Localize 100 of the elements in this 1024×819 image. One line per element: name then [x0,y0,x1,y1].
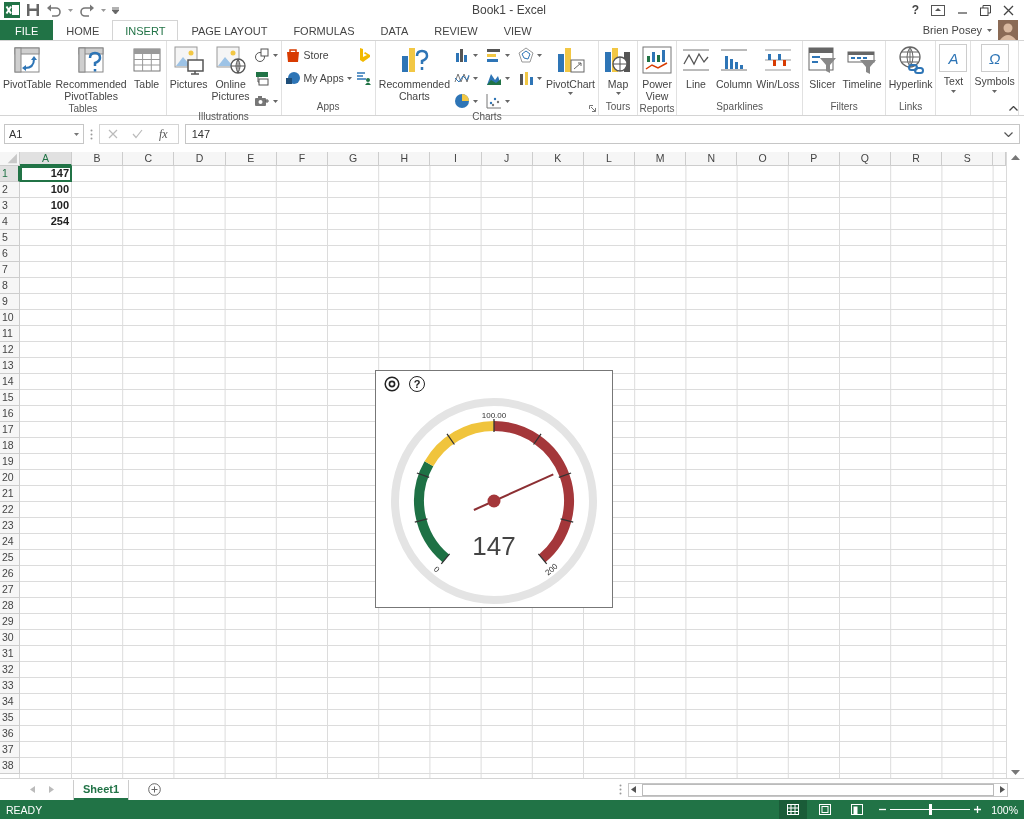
row-number[interactable]: 38 [0,758,20,774]
row-number[interactable]: 8 [0,278,20,294]
row-number[interactable]: 24 [0,534,20,550]
col-heading[interactable]: J [481,152,533,166]
ribbon-tab[interactable]: PAGE LAYOUT [178,20,281,40]
ribbon-tab[interactable]: INSERT [112,20,179,40]
ribbon-button[interactable]: A Text [937,43,970,94]
ribbon-button[interactable]: Win/Loss [754,43,802,91]
icon-button[interactable] [516,45,544,65]
row-number[interactable]: 1 [0,166,20,182]
name-box[interactable]: A1 [4,124,84,144]
ribbon-display-icon[interactable] [931,4,945,16]
row-number[interactable]: 13 [0,358,20,374]
col-heading[interactable]: Q [839,152,891,166]
col-heading[interactable]: G [327,152,380,166]
ribbon-tab[interactable]: VIEW [490,20,545,40]
row-number[interactable]: 6 [0,246,20,262]
row-number[interactable]: 11 [0,326,20,342]
splitter-icon[interactable] [619,784,622,795]
icon-button[interactable] [452,91,480,111]
ribbon-button[interactable]: Hyperlink [886,43,935,91]
gear-icon[interactable] [384,376,400,392]
ribbon-button[interactable]: Map [600,43,637,96]
col-heading[interactable]: H [379,152,431,166]
col-heading[interactable]: M [635,152,687,166]
table-cell[interactable]: 147 [20,166,72,182]
row-number[interactable]: 26 [0,566,20,582]
ribbon-button[interactable]: Timeline [840,43,884,91]
col-heading[interactable]: E [225,152,277,166]
col-heading[interactable]: L [583,152,636,166]
insert-function-button[interactable]: fx [157,125,170,143]
row-number[interactable]: 17 [0,422,20,438]
row-number[interactable]: 10 [0,310,20,326]
row-number[interactable]: 29 [0,614,20,630]
file-tab[interactable]: FILE [0,20,54,40]
save-icon[interactable] [26,3,40,17]
table-cell[interactable]: 254 [20,214,72,230]
ribbon-button[interactable]: Power View [639,43,676,103]
col-heading[interactable]: K [532,152,584,166]
table-cell[interactable]: 100 [20,198,72,214]
row-number[interactable]: 9 [0,294,20,310]
col-heading[interactable]: B [72,152,124,166]
row-number[interactable]: 23 [0,518,20,534]
col-heading[interactable]: O [737,152,789,166]
col-heading[interactable]: I [430,152,482,166]
ribbon-button[interactable]: Table [128,43,165,91]
scroll-up-icon[interactable] [1011,155,1020,160]
ribbon-button[interactable]: Recommended PivotTables [53,43,129,103]
zoom-level[interactable]: 100% [991,803,1018,816]
zoom-in-icon[interactable] [974,806,982,813]
view-button[interactable] [779,800,808,819]
scroll-right-icon[interactable] [1000,786,1005,793]
row-number[interactable]: 27 [0,582,20,598]
slider-thumb[interactable] [929,804,933,815]
undo-icon[interactable] [46,3,62,17]
row-number[interactable]: 37 [0,742,20,758]
ribbon-button[interactable]: Recommended Charts [376,43,452,103]
icon-button[interactable] [484,91,512,111]
formula-field[interactable]: 147 [184,124,1020,144]
expand-icon[interactable] [1004,131,1013,137]
help-button[interactable]: ? [409,376,425,392]
dialog-launcher-icon[interactable] [589,105,597,112]
ribbon-button[interactable]: Line [678,43,715,91]
account-menu[interactable]: Brien Posey [920,23,994,37]
scroll-down-icon[interactable] [1011,770,1020,775]
row-number[interactable]: 12 [0,342,20,358]
ribbon-button[interactable]: Online Pictures [209,43,252,103]
row-number[interactable]: 15 [0,390,20,406]
col-heading[interactable]: A [20,152,72,166]
splitter-icon[interactable] [90,128,93,140]
ribbon-tab[interactable]: FORMULAS [280,20,368,40]
row-number[interactable]: 28 [0,598,20,614]
col-heading[interactable]: N [686,152,738,166]
row-number[interactable]: 20 [0,470,20,486]
row-number[interactable]: 7 [0,262,20,278]
restore-icon[interactable] [980,4,991,16]
row-number[interactable]: 22 [0,502,20,518]
ribbon-button[interactable]: Ω Symbols [972,43,1017,94]
table-cell[interactable]: 100 [20,182,72,198]
scroll-left-icon[interactable] [631,786,636,793]
row-number[interactable]: 16 [0,406,20,422]
zoom-out-icon[interactable] [879,806,887,813]
ribbon-tab[interactable]: HOME [53,20,113,40]
col-heading[interactable]: D [174,152,226,166]
row-number[interactable]: 4 [0,214,20,230]
app-logo-icon[interactable] [4,2,20,18]
help-button[interactable]: ? [911,3,919,17]
row-number[interactable]: 30 [0,630,20,646]
horizontal-scrollbar[interactable] [628,782,1008,797]
col-heading[interactable]: C [123,152,175,166]
row-number[interactable]: 25 [0,550,20,566]
ribbon-button[interactable]: PivotChart [544,43,598,96]
ribbon-button[interactable]: Column [714,43,755,91]
redo-icon[interactable] [79,3,95,17]
row-number[interactable]: 19 [0,454,20,470]
row-number[interactable]: 18 [0,438,20,454]
ribbon-button[interactable]: Slicer [804,43,841,91]
ribbon-tab[interactable]: DATA [367,20,422,40]
ribbon-tab[interactable]: REVIEW [421,20,491,40]
row-number[interactable]: 33 [0,678,20,694]
